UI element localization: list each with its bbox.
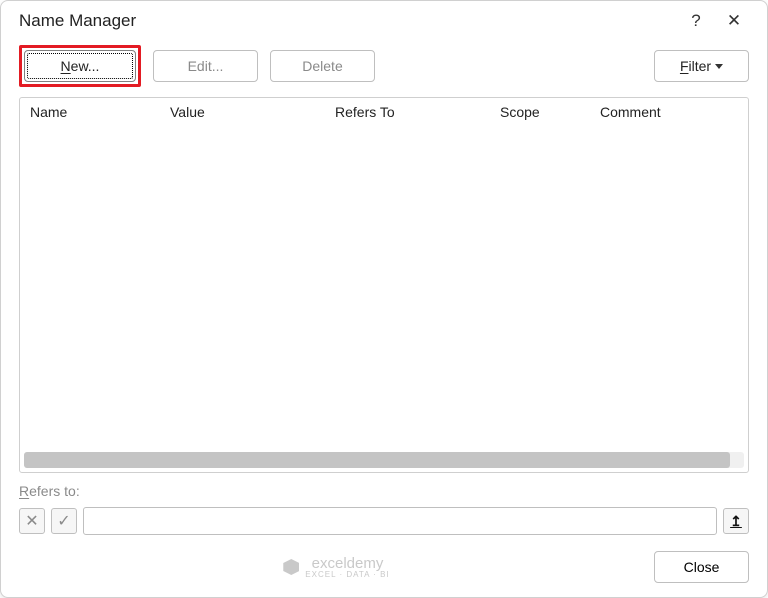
cancel-edit-icon[interactable]: ✕ [19,508,45,534]
refers-to-label: Refers to: [1,473,767,507]
confirm-edit-icon[interactable]: ✓ [51,508,77,534]
name-manager-dialog: Name Manager ? ✕ New... Edit... Delete F… [0,0,768,598]
logo-icon [283,559,299,575]
horizontal-scrollbar[interactable] [24,452,744,468]
scrollbar-thumb[interactable] [24,452,730,468]
edit-button[interactable]: Edit... [153,50,258,82]
refers-to-row: ✕ ✓ ↥ [1,507,767,541]
refers-to-input[interactable] [83,507,717,535]
col-comment[interactable]: Comment [600,104,738,120]
delete-button[interactable]: Delete [270,50,375,82]
new-button-highlight: New... [19,45,141,87]
column-headers: Name Value Refers To Scope Comment [20,98,748,126]
toolbar: New... Edit... Delete Filter [1,37,767,97]
close-button[interactable]: Close [654,551,749,583]
new-button[interactable]: New... [24,50,136,82]
filter-button[interactable]: Filter [654,50,749,82]
help-icon[interactable]: ? [677,11,715,31]
col-value[interactable]: Value [170,104,335,120]
footer: exceldemy EXCEL · DATA · BI Close [1,541,767,597]
watermark: exceldemy EXCEL · DATA · BI [19,555,654,579]
collapse-dialog-icon[interactable]: ↥ [723,508,749,534]
col-name[interactable]: Name [30,104,170,120]
names-list-body[interactable] [20,126,748,448]
col-refers-to[interactable]: Refers To [335,104,500,120]
titlebar: Name Manager ? ✕ [1,1,767,37]
col-scope[interactable]: Scope [500,104,600,120]
names-list: Name Value Refers To Scope Comment [19,97,749,473]
dialog-title: Name Manager [19,11,677,31]
close-icon[interactable]: ✕ [715,11,753,31]
chevron-down-icon [715,64,723,69]
